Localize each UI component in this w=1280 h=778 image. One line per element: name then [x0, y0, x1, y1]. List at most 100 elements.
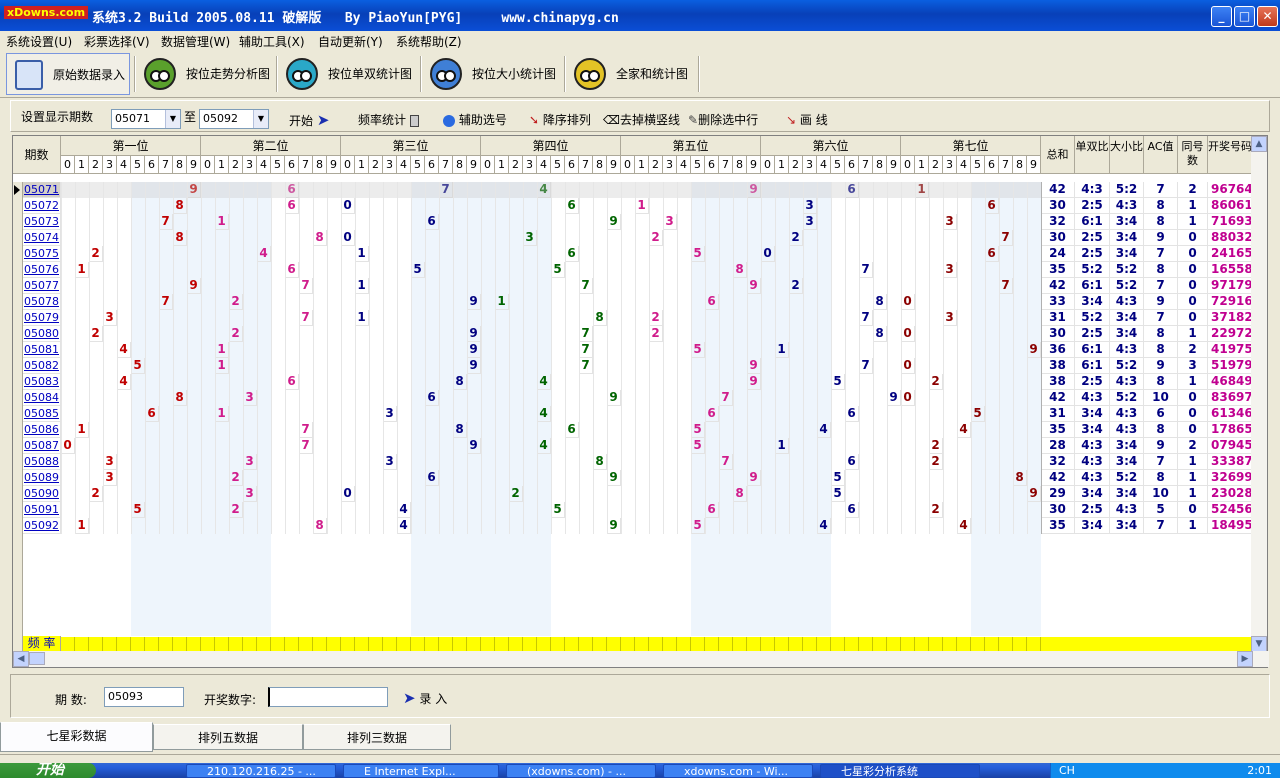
- digit-cell[interactable]: 2: [229, 470, 243, 486]
- digit-cell[interactable]: 3: [943, 214, 957, 230]
- digit-cell[interactable]: 8: [593, 454, 607, 470]
- position-header[interactable]: 第五位: [621, 136, 761, 156]
- stat-cell[interactable]: 9: [1144, 230, 1178, 246]
- digit-cell[interactable]: 0: [901, 294, 915, 310]
- stat-cell[interactable]: 29: [1041, 486, 1075, 502]
- stat-cell[interactable]: 2: [1178, 342, 1208, 358]
- stat-cell[interactable]: 0: [1178, 278, 1208, 294]
- digit-cell[interactable]: 4: [397, 502, 411, 518]
- digit-cell[interactable]: 2: [229, 294, 243, 310]
- vertical-scrollbar[interactable]: ▲ ▼: [1251, 136, 1267, 652]
- winning-code-cell[interactable]: 9676496: [1208, 182, 1252, 198]
- remove-gridlines-button[interactable]: ⌫去掉横竖线: [603, 111, 680, 128]
- stat-cell[interactable]: 6:1: [1075, 358, 1110, 374]
- winning-code-cell[interactable]: 8606136: [1208, 198, 1252, 214]
- winning-code-cell[interactable]: 7169333: [1208, 214, 1252, 230]
- digit-cell[interactable]: 9: [467, 294, 481, 310]
- stat-cell[interactable]: 6:1: [1075, 214, 1110, 230]
- period-cell[interactable]: 05090: [23, 486, 61, 502]
- digit-cell[interactable]: 7: [859, 262, 873, 278]
- stat-cell[interactable]: 5:2: [1110, 358, 1144, 374]
- raw-data-entry-button[interactable]: 原始数据录入: [6, 53, 130, 95]
- digit-cell[interactable]: 2: [929, 454, 943, 470]
- stat-cell[interactable]: 5:2: [1110, 390, 1144, 406]
- digit-cell[interactable]: 8: [453, 422, 467, 438]
- digit-cell[interactable]: 2: [929, 438, 943, 454]
- stat-cell[interactable]: 5:2: [1110, 262, 1144, 278]
- taskbar-item[interactable]: E Internet Expl...: [343, 764, 499, 778]
- digit-cell[interactable]: 4: [957, 422, 971, 438]
- stat-cell[interactable]: 24: [1041, 246, 1075, 262]
- digit-cell[interactable]: 5: [831, 486, 845, 502]
- stat-cell[interactable]: 0: [1178, 246, 1208, 262]
- digit-cell[interactable]: 6: [565, 422, 579, 438]
- stat-cell[interactable]: 5: [1144, 502, 1178, 518]
- position-header[interactable]: 第三位: [341, 136, 481, 156]
- period-cell[interactable]: 05074: [23, 230, 61, 246]
- digit-cell[interactable]: 6: [425, 470, 439, 486]
- digit-cell[interactable]: 1: [775, 342, 789, 358]
- digit-cell[interactable]: 0: [901, 326, 915, 342]
- digit-cell[interactable]: 6: [285, 374, 299, 390]
- digit-cell[interactable]: 3: [243, 486, 257, 502]
- stat-cell[interactable]: 10: [1144, 390, 1178, 406]
- stat-cell[interactable]: 3:4: [1110, 326, 1144, 342]
- stat-cell[interactable]: 30: [1041, 502, 1075, 518]
- digit-cell[interactable]: 8: [173, 390, 187, 406]
- digit-cell[interactable]: 9: [1027, 342, 1041, 358]
- digit-cell[interactable]: 5: [691, 246, 705, 262]
- scroll-right-icon[interactable]: ▶: [1237, 651, 1253, 667]
- stat-cell[interactable]: 8: [1144, 262, 1178, 278]
- digit-cell[interactable]: 6: [845, 502, 859, 518]
- tab-pick-five[interactable]: 排列五数据: [153, 724, 303, 750]
- stat-cell[interactable]: 2: [1178, 182, 1208, 198]
- trend-chart-button[interactable]: 按位走势分析图: [140, 53, 272, 95]
- winning-code-cell[interactable]: 0794512: [1208, 438, 1252, 454]
- stat-cell[interactable]: 1: [1178, 326, 1208, 342]
- digit-cell[interactable]: 3: [523, 230, 537, 246]
- digit-cell[interactable]: 4: [257, 246, 271, 262]
- delete-row-button[interactable]: ✎删除选中行: [688, 111, 758, 128]
- stat-cell[interactable]: 4:3: [1075, 182, 1110, 198]
- digit-cell[interactable]: 1: [355, 310, 369, 326]
- digit-cell[interactable]: 7: [859, 358, 873, 374]
- period-cell[interactable]: 05086: [23, 422, 61, 438]
- stat-cell[interactable]: 30: [1041, 326, 1075, 342]
- stat-cell[interactable]: 5:2: [1075, 262, 1110, 278]
- scroll-thumb[interactable]: [29, 652, 45, 665]
- period-header[interactable]: 期数: [13, 136, 61, 174]
- stat-cell[interactable]: 8: [1144, 422, 1178, 438]
- stat-cell[interactable]: 7: [1144, 310, 1178, 326]
- stat-cell[interactable]: 8: [1144, 214, 1178, 230]
- stat-cell[interactable]: 2: [1178, 438, 1208, 454]
- sort-desc-button[interactable]: ➘ 降序排列: [529, 111, 591, 128]
- stat-cell[interactable]: 3:4: [1110, 214, 1144, 230]
- stat-cell[interactable]: 0: [1178, 390, 1208, 406]
- stat-cell[interactable]: 0: [1178, 230, 1208, 246]
- stat-cell[interactable]: 1: [1178, 454, 1208, 470]
- stat-cell[interactable]: 5:2: [1110, 470, 1144, 486]
- digit-cell[interactable]: 3: [103, 470, 117, 486]
- digit-cell[interactable]: 3: [943, 310, 957, 326]
- digit-cell[interactable]: 1: [495, 294, 509, 310]
- digit-cell[interactable]: 1: [215, 214, 229, 230]
- digit-cell[interactable]: 5: [831, 374, 845, 390]
- horizontal-scrollbar[interactable]: ◀ ▶: [13, 651, 1269, 667]
- period-cell[interactable]: 05088: [23, 454, 61, 470]
- digit-cell[interactable]: 0: [341, 230, 355, 246]
- period-cell[interactable]: 05078: [23, 294, 61, 310]
- digit-cell[interactable]: 8: [733, 262, 747, 278]
- stat-header[interactable]: 单双比: [1075, 136, 1110, 174]
- period-cell[interactable]: 05082: [23, 358, 61, 374]
- stat-cell[interactable]: 3:4: [1110, 230, 1144, 246]
- stat-cell[interactable]: 5:2: [1110, 182, 1144, 198]
- digit-cell[interactable]: 6: [145, 406, 159, 422]
- stat-cell[interactable]: 1: [1178, 470, 1208, 486]
- digit-cell[interactable]: 5: [691, 422, 705, 438]
- stat-cell[interactable]: 4:3: [1075, 470, 1110, 486]
- digit-cell[interactable]: 7: [299, 422, 313, 438]
- digit-cell[interactable]: 3: [243, 454, 257, 470]
- digit-cell[interactable]: 0: [61, 438, 75, 454]
- minimize-button[interactable]: _: [1211, 6, 1232, 27]
- digit-cell[interactable]: 9: [747, 358, 761, 374]
